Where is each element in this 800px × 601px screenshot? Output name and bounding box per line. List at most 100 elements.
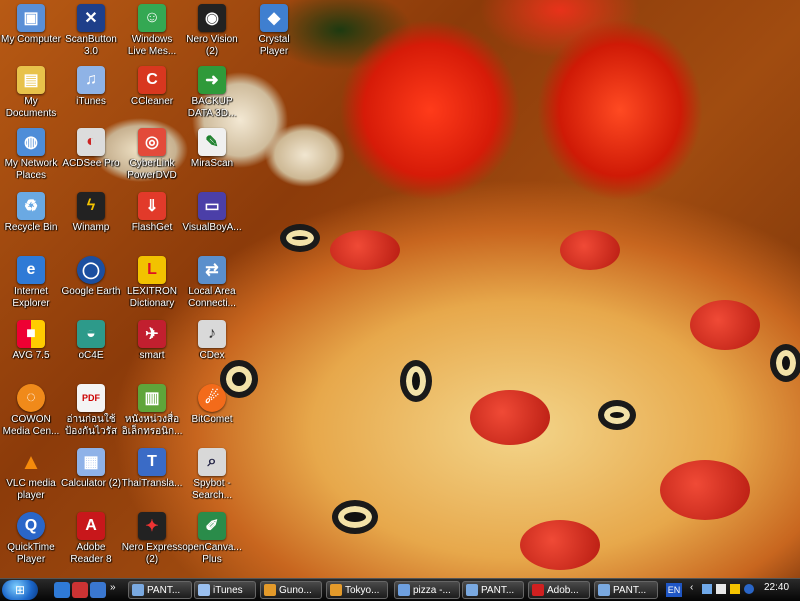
quicklaunch-expand-icon[interactable]: » (110, 582, 116, 593)
icon-label: iTunes (76, 96, 106, 107)
taskbar-button-label: PANT... (613, 585, 647, 596)
cd-icon: ♪ (198, 320, 226, 348)
adobe-icon (532, 584, 544, 596)
local-area-connection-icon[interactable]: ⇄ Local Area Connecti... (181, 256, 243, 310)
computer-icon: ▣ (17, 4, 45, 32)
bitcomet-icon[interactable]: ☄ BitComet (181, 384, 243, 426)
icon-label: oC4E (78, 350, 104, 361)
nero-express-icon[interactable]: ✦ Nero Express (2) (121, 512, 183, 566)
icon-label: BACKUP DATA 3D... (187, 96, 237, 119)
paint-icon: ✐ (198, 512, 226, 540)
lexitron-dictionary-icon[interactable]: L LEXITRON Dictionary (121, 256, 183, 310)
calculator-icon[interactable]: ▦ Calculator (2) (60, 448, 122, 490)
taskbar-button-label: PANT... (481, 585, 515, 596)
icon-label: Internet Explorer (12, 286, 50, 309)
recycle-bin-icon[interactable]: ♻ Recycle Bin (0, 192, 62, 234)
crystal-player-icon[interactable]: ◆ Crystal Player (243, 4, 305, 58)
window-icon (398, 584, 410, 596)
icon-label: Spybot - Search... (191, 478, 233, 501)
taskbar-button-label: PANT... (147, 585, 181, 596)
icon-label: อ่านก่อนใช้ ป้องกันไวรัส (64, 414, 118, 437)
nero-vision-icon[interactable]: ◉ Nero Vision (2) (181, 4, 243, 58)
wallpaper-detail (400, 360, 432, 402)
windows-live-messenger-icon[interactable]: ☺ Windows Live Mes... (121, 4, 183, 58)
tray-expand-icon[interactable]: ‹ (690, 582, 693, 593)
icon-label: BitComet (191, 414, 233, 425)
taskbar-button[interactable]: iTunes (194, 581, 256, 599)
visualboyadvance-icon[interactable]: ▭ VisualBoyA... (181, 192, 243, 234)
quicklaunch-browser-icon[interactable] (90, 582, 106, 598)
itunes-icon (198, 584, 210, 596)
taskbar-button[interactable]: Guno... (260, 581, 322, 599)
scan-icon: ✎ (198, 128, 226, 156)
taskbar-button[interactable]: Adob... (528, 581, 590, 599)
window-icon (132, 584, 144, 596)
app-tray-icon[interactable] (744, 584, 754, 594)
smart-icon[interactable]: ✈ smart (121, 320, 183, 362)
my-documents-icon[interactable]: ▤ My Documents (0, 66, 62, 120)
avg-icon[interactable]: ■ AVG 7.5 (0, 320, 62, 362)
broom-icon: C (138, 66, 166, 94)
dictionary-icon: L (138, 256, 166, 284)
my-computer-icon[interactable]: ▣ My Computer (0, 4, 62, 46)
quicktime-player-icon[interactable]: Q QuickTime Player (0, 512, 62, 566)
my-network-places-icon[interactable]: ◍ My Network Places (0, 128, 62, 182)
cdex-icon[interactable]: ♪ CDex (181, 320, 243, 362)
system-clock[interactable]: 22:40 (764, 582, 789, 593)
mirascan-icon[interactable]: ✎ MiraScan (181, 128, 243, 170)
spybot-search-destroy-icon[interactable]: ⌕ Spybot - Search... (181, 448, 243, 502)
wallpaper-detail (470, 390, 550, 445)
language-indicator[interactable]: EN (666, 583, 682, 597)
oc4e-icon[interactable]: ◒ oC4E (60, 320, 122, 362)
thai-ebook-icon[interactable]: ▥ หนังหน่วงสื่อ อิเล็กทรอนิก... (121, 384, 183, 438)
wallpaper-detail (660, 460, 750, 520)
cyberlink-powerdvd-icon[interactable]: ◎ CyberLink PowerDVD (121, 128, 183, 182)
start-button[interactable]: ⊞ (2, 580, 38, 600)
messenger-icon: ☺ (138, 4, 166, 32)
taskbar-button-label: iTunes (213, 585, 243, 596)
wallpaper-detail (560, 230, 620, 270)
taskbar-button-label: Guno... (279, 585, 312, 596)
shield-tray-icon[interactable] (730, 584, 740, 594)
spybot-icon: ⌕ (198, 448, 226, 476)
taskbar-button[interactable]: Tokyo... (326, 581, 388, 599)
ccleaner-icon[interactable]: C CCleaner (121, 66, 183, 108)
network-tray-icon[interactable] (702, 584, 712, 594)
window-icon (598, 584, 610, 596)
icon-label: QuickTime Player (7, 542, 55, 565)
icon-label: CCleaner (130, 96, 174, 107)
scanbutton-icon[interactable]: ✕ ScanButton 3.0 (60, 4, 122, 58)
google-earth-icon[interactable]: ◯ Google Earth (60, 256, 122, 298)
smart-app-icon: ✈ (138, 320, 166, 348)
cowon-media-center-icon[interactable]: ◌ COWON Media Cen... (0, 384, 62, 438)
acdsee-pro-icon[interactable]: ◐ ACDSee Pro (60, 128, 122, 170)
taskbar-button[interactable]: PANT... (462, 581, 524, 599)
taskbar-button[interactable]: pizza -... (394, 581, 460, 599)
speaker-tray-icon[interactable] (716, 584, 726, 594)
thai-pdf-virus-guide-icon[interactable]: PDF อ่านก่อนใช้ ป้องกันไวรัส (60, 384, 122, 438)
itunes-desktop-icon[interactable]: ♫ iTunes (60, 66, 122, 108)
flashget-icon[interactable]: ⇓ FlashGet (121, 192, 183, 234)
quicklaunch-opera-icon[interactable] (72, 582, 88, 598)
vlc-media-player-icon[interactable]: ▲ VLC media player (0, 448, 62, 502)
adobe-reader-icon[interactable]: A Adobe Reader 8 (60, 512, 122, 566)
opencanvas-plus-icon[interactable]: ✐ openCanva... Plus (181, 512, 243, 566)
quicklaunch-ie-icon[interactable] (54, 582, 70, 598)
network-globe-icon: ◍ (17, 128, 45, 156)
film-reel-icon: ◉ (198, 4, 226, 32)
window-icon (330, 584, 342, 596)
icon-label: AVG 7.5 (12, 350, 50, 361)
cowon-icon: ◌ (17, 384, 45, 412)
thaitranslator-icon[interactable]: T ThaiTransla... (121, 448, 183, 490)
gamepad-icon: ▭ (198, 192, 226, 220)
winamp-icon[interactable]: ϟ Winamp (60, 192, 122, 234)
icon-label: Crystal Player (258, 34, 290, 57)
crystal-icon: ◆ (260, 4, 288, 32)
avg-shield-icon: ■ (17, 320, 45, 348)
taskbar-button[interactable]: PANT... (128, 581, 192, 599)
backup-data-icon[interactable]: ➜ BACKUP DATA 3D... (181, 66, 243, 120)
taskbar-button[interactable]: PANT... (594, 581, 658, 599)
quicktime-q-icon: Q (17, 512, 45, 540)
icon-label: FlashGet (131, 222, 173, 233)
internet-explorer-icon[interactable]: e Internet Explorer (0, 256, 62, 310)
